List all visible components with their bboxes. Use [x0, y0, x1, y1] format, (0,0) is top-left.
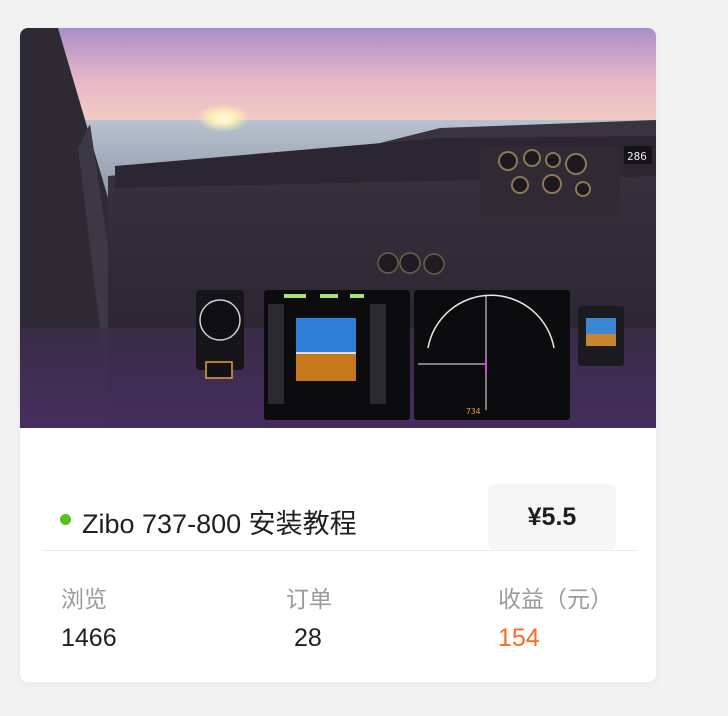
cover-image: 286 734 [20, 28, 656, 428]
product-card[interactable]: 286 734 Zibo 737-800 安装教程 ¥5.5 浏览 1466 订… [20, 28, 656, 682]
svg-text:734: 734 [466, 407, 481, 416]
price-badge: ¥5.5 [488, 484, 616, 550]
stat-value: 28 [294, 624, 322, 652]
divider [42, 550, 636, 551]
stat-views: 浏览 1466 [61, 580, 117, 653]
stat-value: 1466 [61, 624, 117, 652]
stat-orders: 订单 28 [286, 580, 332, 653]
stat-label: 收益（元） [498, 586, 613, 612]
svg-text:286: 286 [627, 150, 647, 163]
stat-revenue: 收益（元） 154 [498, 580, 613, 653]
stat-value: 154 [498, 624, 540, 652]
title-row: Zibo 737-800 安装教程 ¥5.5 [20, 428, 656, 578]
product-title: Zibo 737-800 安装教程 [82, 509, 357, 539]
status-dot-icon [60, 514, 71, 525]
stat-label: 浏览 [61, 586, 107, 612]
stat-label: 订单 [286, 586, 332, 612]
